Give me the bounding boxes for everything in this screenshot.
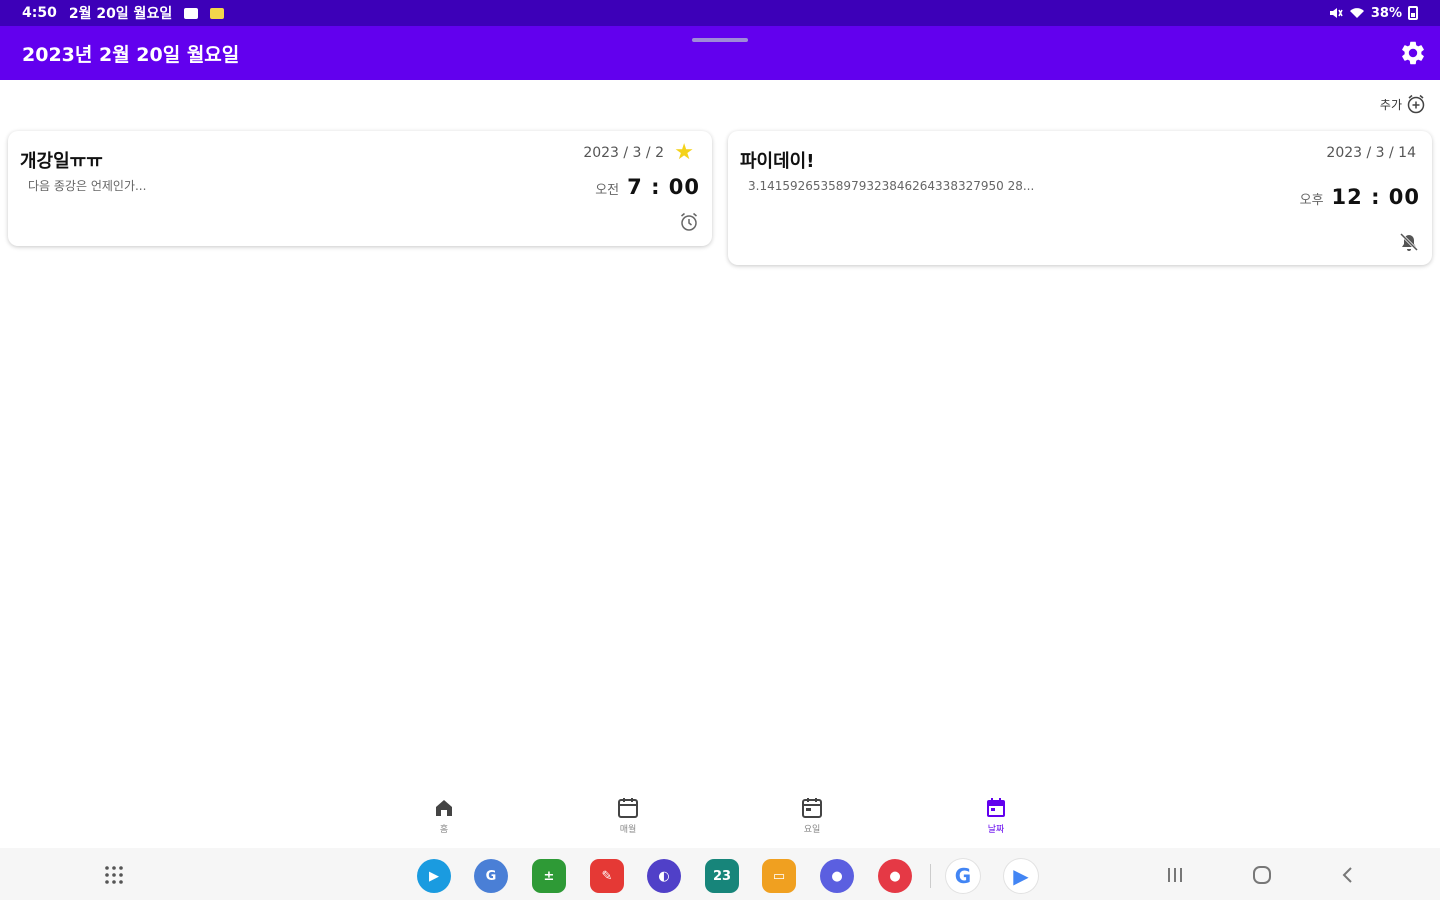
recent-apps-button[interactable] [1161,862,1189,888]
app-bar: 2023년 2월 20일 월요일 [0,26,1440,80]
files-icon[interactable]: ▭ [762,859,796,893]
home-button[interactable] [1248,862,1276,888]
app-drawer-button[interactable] [100,862,128,888]
card-ampm: 오전 [595,183,620,198]
card-time-value: 12 : 00 [1331,185,1420,209]
home-circle-icon [1253,866,1271,884]
notes-icon[interactable]: ✎ [590,859,624,893]
chat-icon[interactable]: ● [820,859,854,893]
calendar-date-icon [987,798,1005,817]
card-time-value: 7 : 00 [627,175,700,199]
calendar-week-icon [802,798,822,818]
mute-icon [1329,8,1343,18]
card-date: 2023 / 3 / 2 [583,145,664,161]
back-button[interactable] [1334,862,1362,888]
alarm-card[interactable]: 파이데이! 3.14159265358979323846264338327950… [728,131,1432,265]
alarm-clock-icon[interactable] [678,211,700,233]
alarm-card[interactable]: 개강일ㅠㅠ 다음 종강은 언제인가... 2023 / 3 / 2 ★ 오전 7… [8,131,712,246]
calendar-app-icon[interactable]: 23 [705,859,739,893]
card-description: 3.14159265358979323846264338327950 28... [748,179,1035,193]
card-date: 2023 / 3 / 14 [1326,145,1416,161]
status-bar: 4:50 2월 20일 월요일 38% [0,0,1440,26]
status-date: 2월 20일 월요일 [68,6,173,22]
translate-icon[interactable]: G [474,859,508,893]
card-time: 오후 12 : 00 [1300,185,1420,209]
add-alarm-icon [1407,94,1425,114]
battery-icon [1408,6,1418,20]
browser-icon[interactable]: ◐ [647,859,681,893]
recent-apps-icon [1168,868,1182,882]
nav-label: 날짜 [987,825,1005,835]
card-title: 파이데이! [740,151,815,172]
card-title: 개강일ㅠㅠ [20,151,103,172]
card-ampm: 오후 [1299,193,1324,208]
calendar-month-icon [618,798,638,818]
add-alarm-label: 추가 [1379,97,1402,112]
nav-label: 요일 [803,825,821,835]
gallery-notification-icon [184,7,199,19]
wifi-icon [1349,8,1364,18]
recorder-icon[interactable]: ● [878,859,912,893]
play-games-icon[interactable]: ▶ [1004,859,1038,893]
drag-handle[interactable] [692,38,748,42]
taskbar-divider [930,864,931,888]
chevron-left-icon [1342,867,1352,883]
nav-item-monthly[interactable]: 매월 [598,796,658,835]
card-time: 오전 7 : 00 [595,175,700,199]
home-icon [436,800,452,816]
calculator-icon[interactable]: ± [532,859,566,893]
add-alarm-button[interactable]: 추가 [1380,94,1426,114]
nav-item-home[interactable]: 홈 [414,796,474,835]
nav-label: 홈 [439,825,449,835]
battery-percent: 38% [1370,5,1402,21]
card-description: 다음 종강은 언제인가... [28,179,147,193]
nav-item-weekday[interactable]: 요일 [782,796,842,835]
google-icon[interactable]: G [946,859,980,893]
status-time: 4:50 [22,5,57,21]
settings-button[interactable] [1398,38,1428,68]
alarm-off-icon[interactable] [1398,231,1420,253]
nav-label: 매월 [619,825,637,835]
bottom-navigation: 홈 매월 요일 날짜 [0,790,1440,846]
folder-notification-icon [210,7,225,19]
nav-item-date[interactable]: 날짜 [966,796,1026,835]
taskbar: ▶ G ± ✎ ◐ 23 ▭ ● ● G ▶ [0,848,1440,900]
app-title: 2023년 2월 20일 월요일 [22,43,240,66]
play-store-icon[interactable]: ▶ [417,859,451,893]
gear-icon [1402,41,1424,65]
star-icon[interactable]: ★ [674,142,694,164]
app-grid-icon [105,866,123,884]
